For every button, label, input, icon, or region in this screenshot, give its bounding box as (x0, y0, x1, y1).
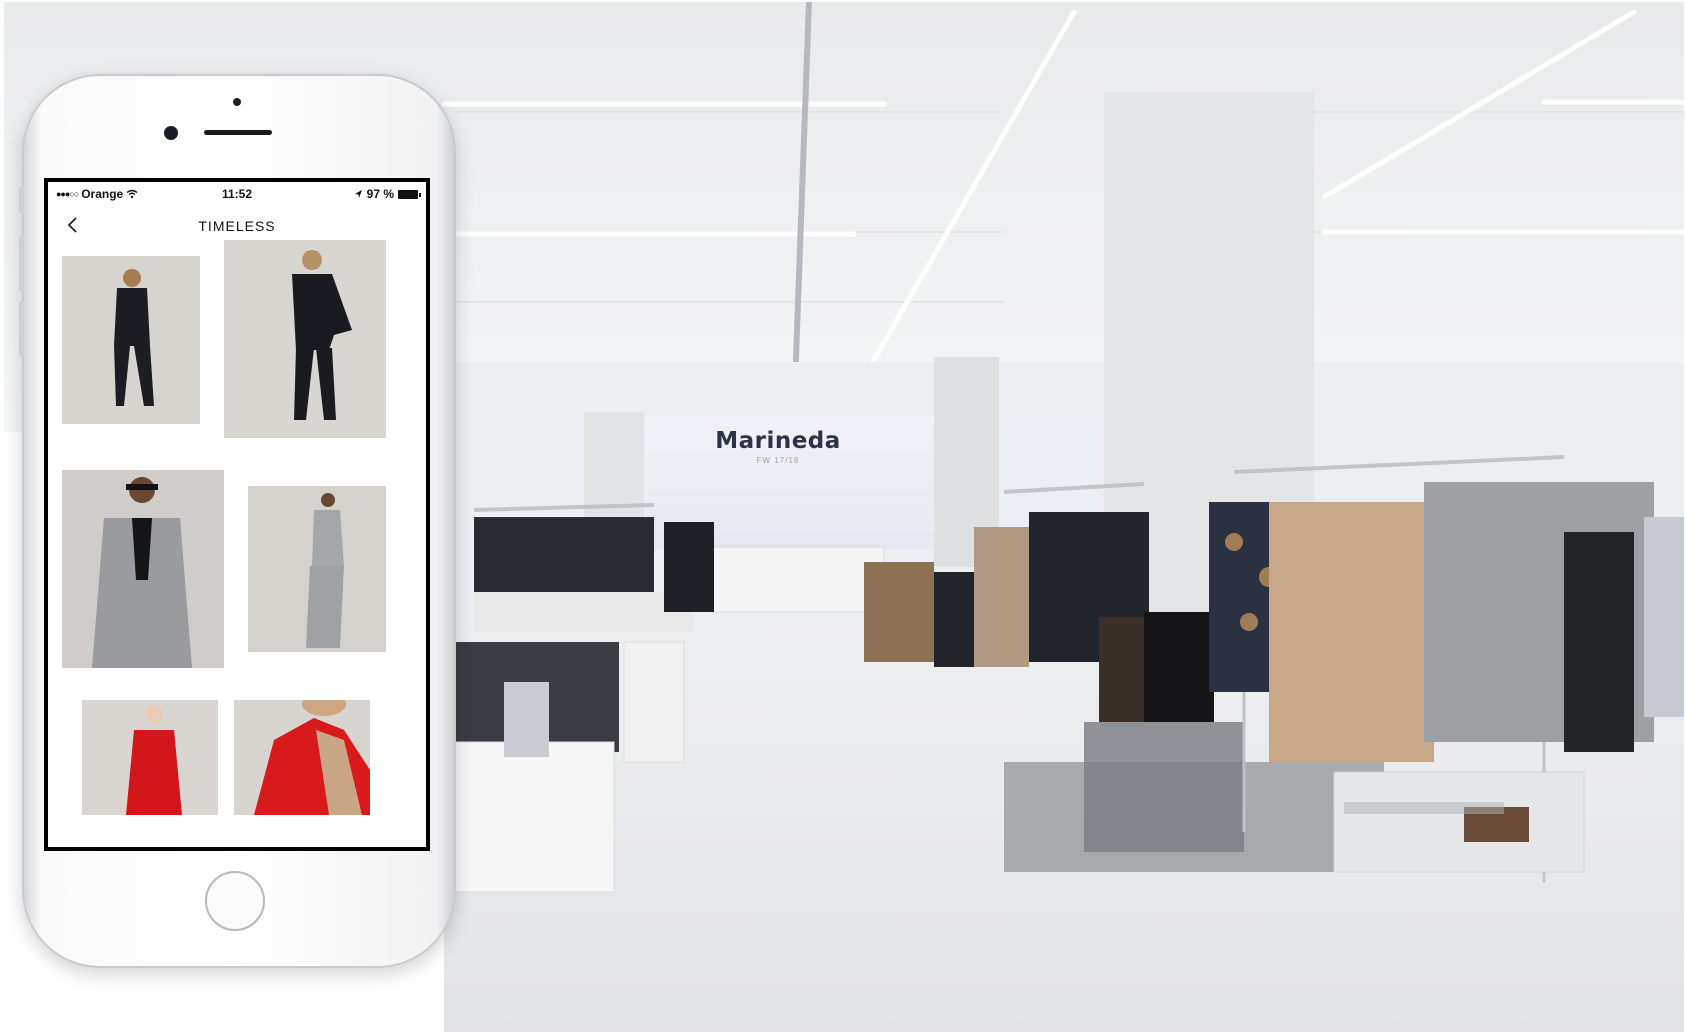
proximity-sensor (233, 98, 241, 106)
gallery-tile-3[interactable] (62, 470, 224, 668)
status-bar: ●●●○○ Orange 11:52 97 % (48, 182, 426, 204)
model-grey-suit-image (306, 493, 344, 648)
phone-screen: ●●●○○ Orange 11:52 97 % TIMELESS (44, 178, 430, 851)
app-view: ●●●○○ Orange 11:52 97 % TIMELESS (48, 182, 426, 847)
gallery-tile-2[interactable] (224, 240, 386, 438)
store-sign-subtitle: FW 17/18 (756, 456, 800, 465)
phone-mockup: ●●●○○ Orange 11:52 97 % TIMELESS (19, 74, 456, 968)
model-black-suit-front-image (292, 250, 352, 420)
mute-switch (19, 186, 24, 214)
gallery-tile-5[interactable] (82, 700, 218, 815)
volume-down-button (19, 301, 24, 356)
battery-percent: 97 % (366, 187, 394, 201)
model-grey-blazer-image (92, 477, 192, 668)
model-black-suit-back-image (114, 269, 154, 406)
nav-bar: TIMELESS (48, 210, 426, 240)
status-right-group: 97 % (354, 187, 421, 201)
page-title: TIMELESS (198, 218, 276, 234)
gallery-tile-6[interactable] (234, 700, 370, 815)
earpiece-speaker (204, 130, 272, 135)
gallery-tile-1[interactable] (62, 256, 200, 424)
location-arrow-icon (354, 190, 362, 198)
model-red-coat-image (126, 705, 182, 815)
front-camera (164, 126, 178, 140)
model-red-coat-closeup-image (254, 700, 370, 815)
gallery-tile-4[interactable] (248, 486, 386, 652)
home-button[interactable] (205, 871, 265, 931)
store-sign-name: Marineda (715, 428, 841, 454)
store-sign: Marineda FW 17/18 (628, 428, 928, 465)
volume-up-button (19, 236, 24, 291)
battery-icon (398, 189, 421, 199)
